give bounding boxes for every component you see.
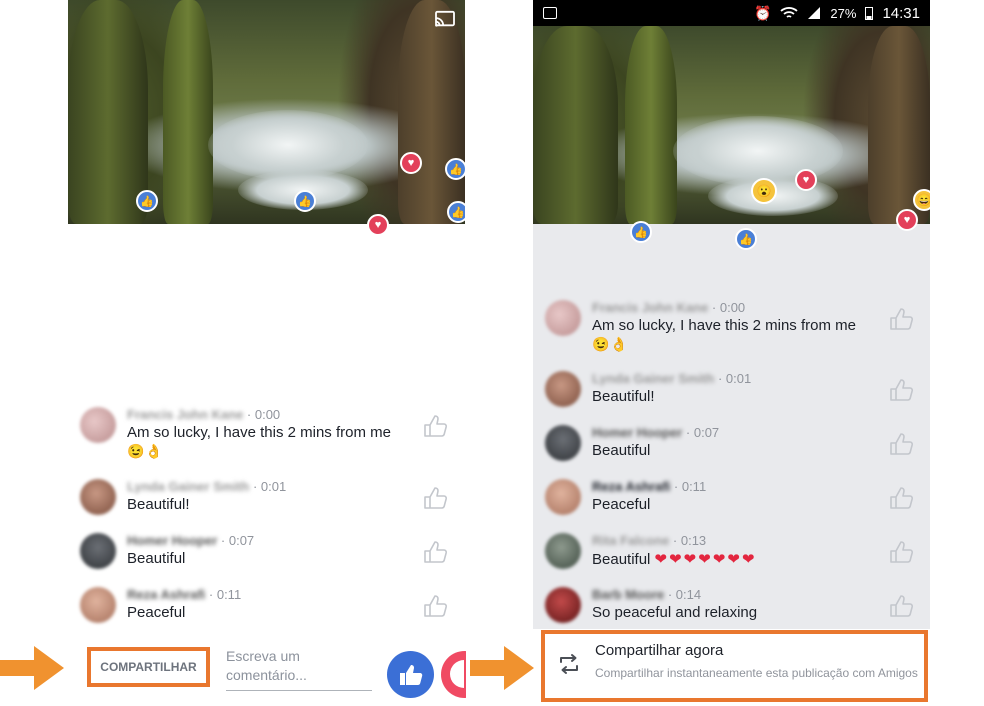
avatar [80,479,116,515]
live-video-right[interactable]: 😮 ♥ 😄 [533,26,930,224]
comment-item: Francis John Kane · 0:00 Am so lucky, I … [545,300,856,353]
commenter-name[interactable]: Francis John Kane [592,300,708,315]
thumbs-up-icon[interactable] [422,414,448,438]
love-reaction-icon: ♥ [400,152,422,174]
avatar [545,587,581,623]
comment-text: Beautiful! [592,388,655,405]
comment-item: Homer Hooper · 0:07 Beautiful [545,425,719,461]
comment-text: Beautiful! [127,496,190,513]
comment-item: Francis John Kane · 0:00 Am so lucky, I … [80,407,391,460]
comment-timestamp: · 0:11 [670,479,707,494]
status-bar: ⏰ 27% 14:31 [533,0,930,26]
commenter-name[interactable]: Homer Hooper [592,425,682,440]
comment-timestamp: · 0:01 [249,479,287,494]
avatar [545,533,581,569]
comment-text: So peaceful and relaxing [592,604,758,621]
like-reaction-icon: 👍 [630,221,652,243]
like-reaction-icon: 👍 [294,190,316,212]
love-reaction-icon: ♥ [367,214,389,236]
gallery-icon [543,7,557,19]
thumbs-up-icon[interactable] [888,432,914,456]
thumbs-up-icon[interactable] [422,540,448,564]
arrow-right-icon [470,646,534,690]
battery-level: 27% [830,5,857,21]
thumbs-up-icon[interactable] [888,540,914,564]
battery-icon [865,7,874,20]
comment-text: Beautiful [592,551,651,568]
avatar [80,587,116,623]
screenshot-comparison: 👍 👍 ♥ 👍 👍 ♥ Francis John Kane · 0:00 Am … [0,0,984,706]
thumbs-up-icon[interactable] [888,486,914,510]
comment-item: Reza Ashrafi · 0:11 Peaceful [545,479,706,515]
share-now-subtitle: Compartilhar instantaneamente esta publi… [595,666,918,680]
cast-icon[interactable] [434,10,456,28]
comment-emoji: 😉👌 [592,336,629,352]
comment-timestamp: · 0:07 [217,533,255,548]
comment-item: Lynda Gainer Smith · 0:01 Beautiful! [80,479,286,515]
share-icon [560,654,578,674]
share-button[interactable]: COMPARTILHAR [87,647,210,687]
avatar [545,425,581,461]
alarm-icon: ⏰ [753,4,772,21]
comment-text: Beautiful [592,442,651,459]
comment-hearts: ❤❤❤❤❤❤❤ [654,551,757,568]
wow-reaction-icon: 😄 [913,189,930,211]
commenter-name[interactable]: Lynda Gainer Smith [127,479,249,494]
like-button[interactable] [387,651,434,698]
commenter-name[interactable]: Francis John Kane [127,407,243,422]
commenter-name[interactable]: Lynda Gainer Smith [592,371,714,386]
like-reaction-icon: 👍 [136,190,158,212]
avatar [545,479,581,515]
thumbs-up-icon [399,664,422,685]
live-video-left[interactable]: 👍 👍 ♥ 👍 👍 [68,0,465,224]
love-reaction-icon: ♥ [896,209,918,231]
clock: 14:31 [882,4,920,22]
commenter-name[interactable]: Homer Hooper [127,533,217,548]
comment-text: Peaceful [127,604,186,621]
comment-emoji: 😉👌 [127,443,164,459]
comment-text: Beautiful [127,550,186,567]
comment-text: Peaceful [592,496,651,513]
commenter-name[interactable]: Reza Ashrafi [127,587,205,602]
comment-item: Homer Hooper · 0:07 Beautiful [80,533,254,569]
thumbs-up-icon[interactable] [422,486,448,510]
like-reaction-icon: 👍 [445,158,465,180]
love-reaction-icon: ♥ [795,169,817,191]
comment-timestamp: · 0:14 [664,587,702,602]
comment-timestamp: · 0:01 [714,371,752,386]
signal-icon [808,7,821,19]
share-now-title: Compartilhar agora [595,642,724,659]
comment-input[interactable]: Escreva um comentário... [226,647,372,691]
thumbs-up-icon[interactable] [422,594,448,618]
comment-item: Barb Moore · 0:14 So peaceful and relaxi… [545,587,757,623]
avatar [80,533,116,569]
comment-timestamp: · 0:13 [669,533,707,548]
comment-timestamp: · 0:11 [205,587,242,602]
avatar [80,407,116,443]
comment-timestamp: · 0:00 [243,407,281,422]
thumbs-up-icon[interactable] [888,594,914,618]
wow-reaction-icon: 😮 [751,178,777,204]
avatar [545,300,581,336]
comment-text: Am so lucky, I have this 2 mins from me [592,317,856,334]
commenter-name[interactable]: Barb Moore [592,587,664,602]
comment-item: Lynda Gainer Smith · 0:01 Beautiful! [545,371,751,407]
arrow-right-icon [0,646,64,690]
like-reaction-icon: 👍 [447,201,465,223]
wifi-icon [780,7,799,18]
comment-item: Reza Ashrafi · 0:11 Peaceful [80,587,241,623]
avatar [545,371,581,407]
commenter-name[interactable]: Reza Ashrafi [592,479,670,494]
like-reaction-icon: 👍 [735,228,757,250]
commenter-name[interactable]: Rita Falcone [592,533,669,548]
comment-item: Rita Falcone · 0:13 Beautiful ❤❤❤❤❤❤❤ [545,533,757,569]
comment-timestamp: · 0:07 [682,425,720,440]
comment-text: Am so lucky, I have this 2 mins from me [127,424,391,441]
share-now-option[interactable]: Compartilhar agora Compartilhar instanta… [541,630,928,702]
comment-timestamp: · 0:00 [708,300,746,315]
thumbs-up-icon[interactable] [888,307,914,331]
thumbs-up-icon[interactable] [888,378,914,402]
